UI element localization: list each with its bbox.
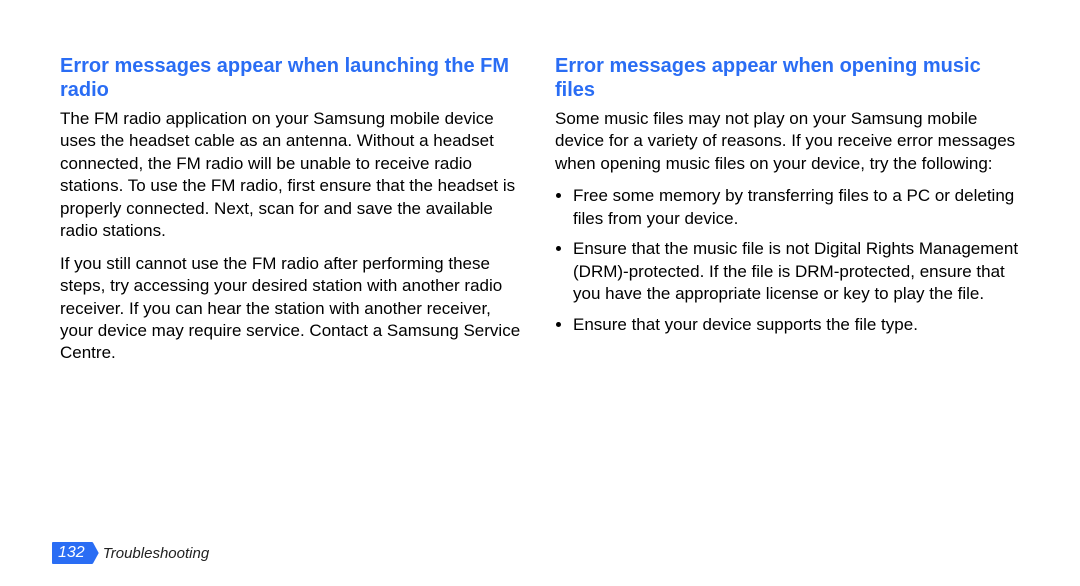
two-column-layout: Error messages appear when launching the…	[60, 54, 1020, 375]
list-item: Ensure that the music file is not Digita…	[573, 238, 1020, 305]
right-heading: Error messages appear when opening music…	[555, 54, 1020, 102]
right-intro: Some music files may not play on your Sa…	[555, 108, 1020, 175]
footer-section-title: Troubleshooting	[103, 545, 209, 562]
page-footer: 132 Troubleshooting	[52, 542, 209, 564]
list-item: Ensure that your device supports the fil…	[573, 314, 1020, 336]
left-heading: Error messages appear when launching the…	[60, 54, 525, 102]
list-item: Free some memory by transferring files t…	[573, 185, 1020, 230]
left-paragraph-1: The FM radio application on your Samsung…	[60, 108, 525, 243]
column-right: Error messages appear when opening music…	[555, 54, 1020, 375]
page-number-badge: 132	[52, 542, 93, 564]
left-paragraph-2: If you still cannot use the FM radio aft…	[60, 253, 525, 365]
document-page: Error messages appear when launching the…	[0, 0, 1080, 586]
column-left: Error messages appear when launching the…	[60, 54, 525, 375]
right-bullet-list: Free some memory by transferring files t…	[555, 185, 1020, 336]
